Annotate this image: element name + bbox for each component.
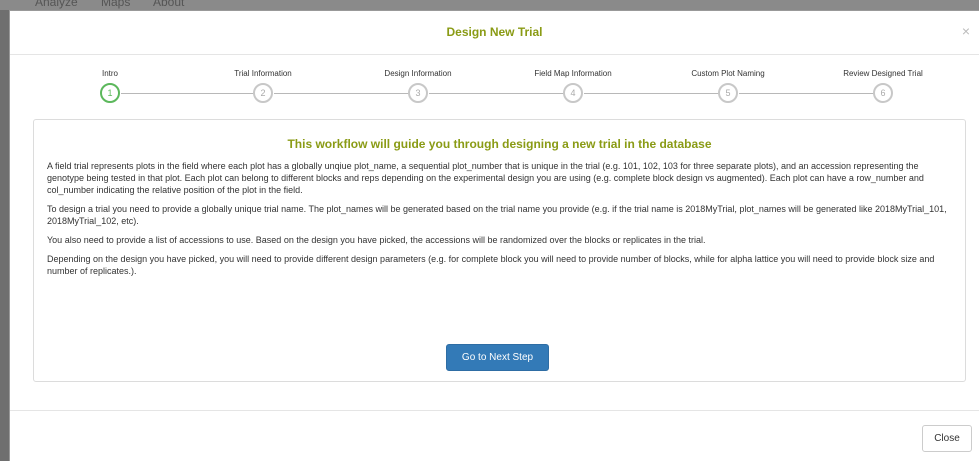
step-design-information[interactable]: Design Information 3: [338, 55, 498, 103]
step-label: Design Information: [384, 69, 452, 78]
background-navbar: Analyze Maps About: [0, 0, 979, 10]
close-button[interactable]: Close: [922, 425, 972, 452]
intro-paragraph: To design a trial you need to provide a …: [47, 204, 947, 226]
step-label: Intro: [101, 69, 118, 78]
step-connector: [584, 93, 728, 94]
nav-item-about[interactable]: About: [153, 0, 184, 9]
step-custom-plot-naming[interactable]: Custom Plot Naming 5: [648, 55, 808, 103]
go-to-next-step-button[interactable]: Go to Next Step: [446, 344, 549, 371]
step-number-circle[interactable]: 3: [408, 83, 428, 103]
step-field-map-information[interactable]: Field Map Information 4: [493, 55, 653, 103]
step-intro[interactable]: Intro 1: [30, 55, 190, 103]
design-trial-modal: Design New Trial × Intro 1 Trial Informa…: [9, 10, 979, 461]
workflow-stepper: Intro 1 Trial Information 2 Design Infor…: [10, 55, 979, 115]
nav-item-maps[interactable]: Maps: [101, 0, 130, 9]
step-connector: [274, 93, 418, 94]
step-number-circle[interactable]: 6: [873, 83, 893, 103]
step-label: Custom Plot Naming: [691, 69, 765, 78]
step-number-circle[interactable]: 2: [253, 83, 273, 103]
step-connector: [429, 93, 573, 94]
intro-paragraph: You also need to provide a list of acces…: [47, 235, 706, 245]
intro-panel: This workflow will guide you through des…: [33, 119, 966, 382]
step-connector: [739, 93, 883, 94]
step-label: Field Map Information: [534, 69, 612, 78]
intro-heading: This workflow will guide you through des…: [287, 137, 712, 151]
step-trial-information[interactable]: Trial Information 2: [183, 55, 343, 103]
modal-title: Design New Trial: [446, 25, 543, 39]
step-number-circle[interactable]: 5: [718, 83, 738, 103]
step-number-circle[interactable]: 4: [563, 83, 583, 103]
intro-paragraph: A field trial represents plots in the fi…: [47, 161, 924, 195]
intro-body: A field trial represents plots in the fi…: [34, 160, 965, 277]
modal-header: Design New Trial ×: [10, 11, 979, 55]
close-icon[interactable]: ×: [962, 23, 970, 39]
modal-footer-divider: [10, 410, 979, 411]
step-number-circle[interactable]: 1: [100, 83, 120, 103]
intro-paragraph: Depending on the design you have picked,…: [47, 254, 935, 276]
step-label: Trial Information: [234, 69, 292, 78]
step-review-designed-trial[interactable]: Review Designed Trial 6: [803, 55, 963, 103]
backdrop-overlay: [0, 10, 9, 461]
nav-item-analyze[interactable]: Analyze: [35, 0, 78, 9]
step-label: Review Designed Trial: [843, 69, 923, 78]
step-connector: [121, 93, 263, 94]
